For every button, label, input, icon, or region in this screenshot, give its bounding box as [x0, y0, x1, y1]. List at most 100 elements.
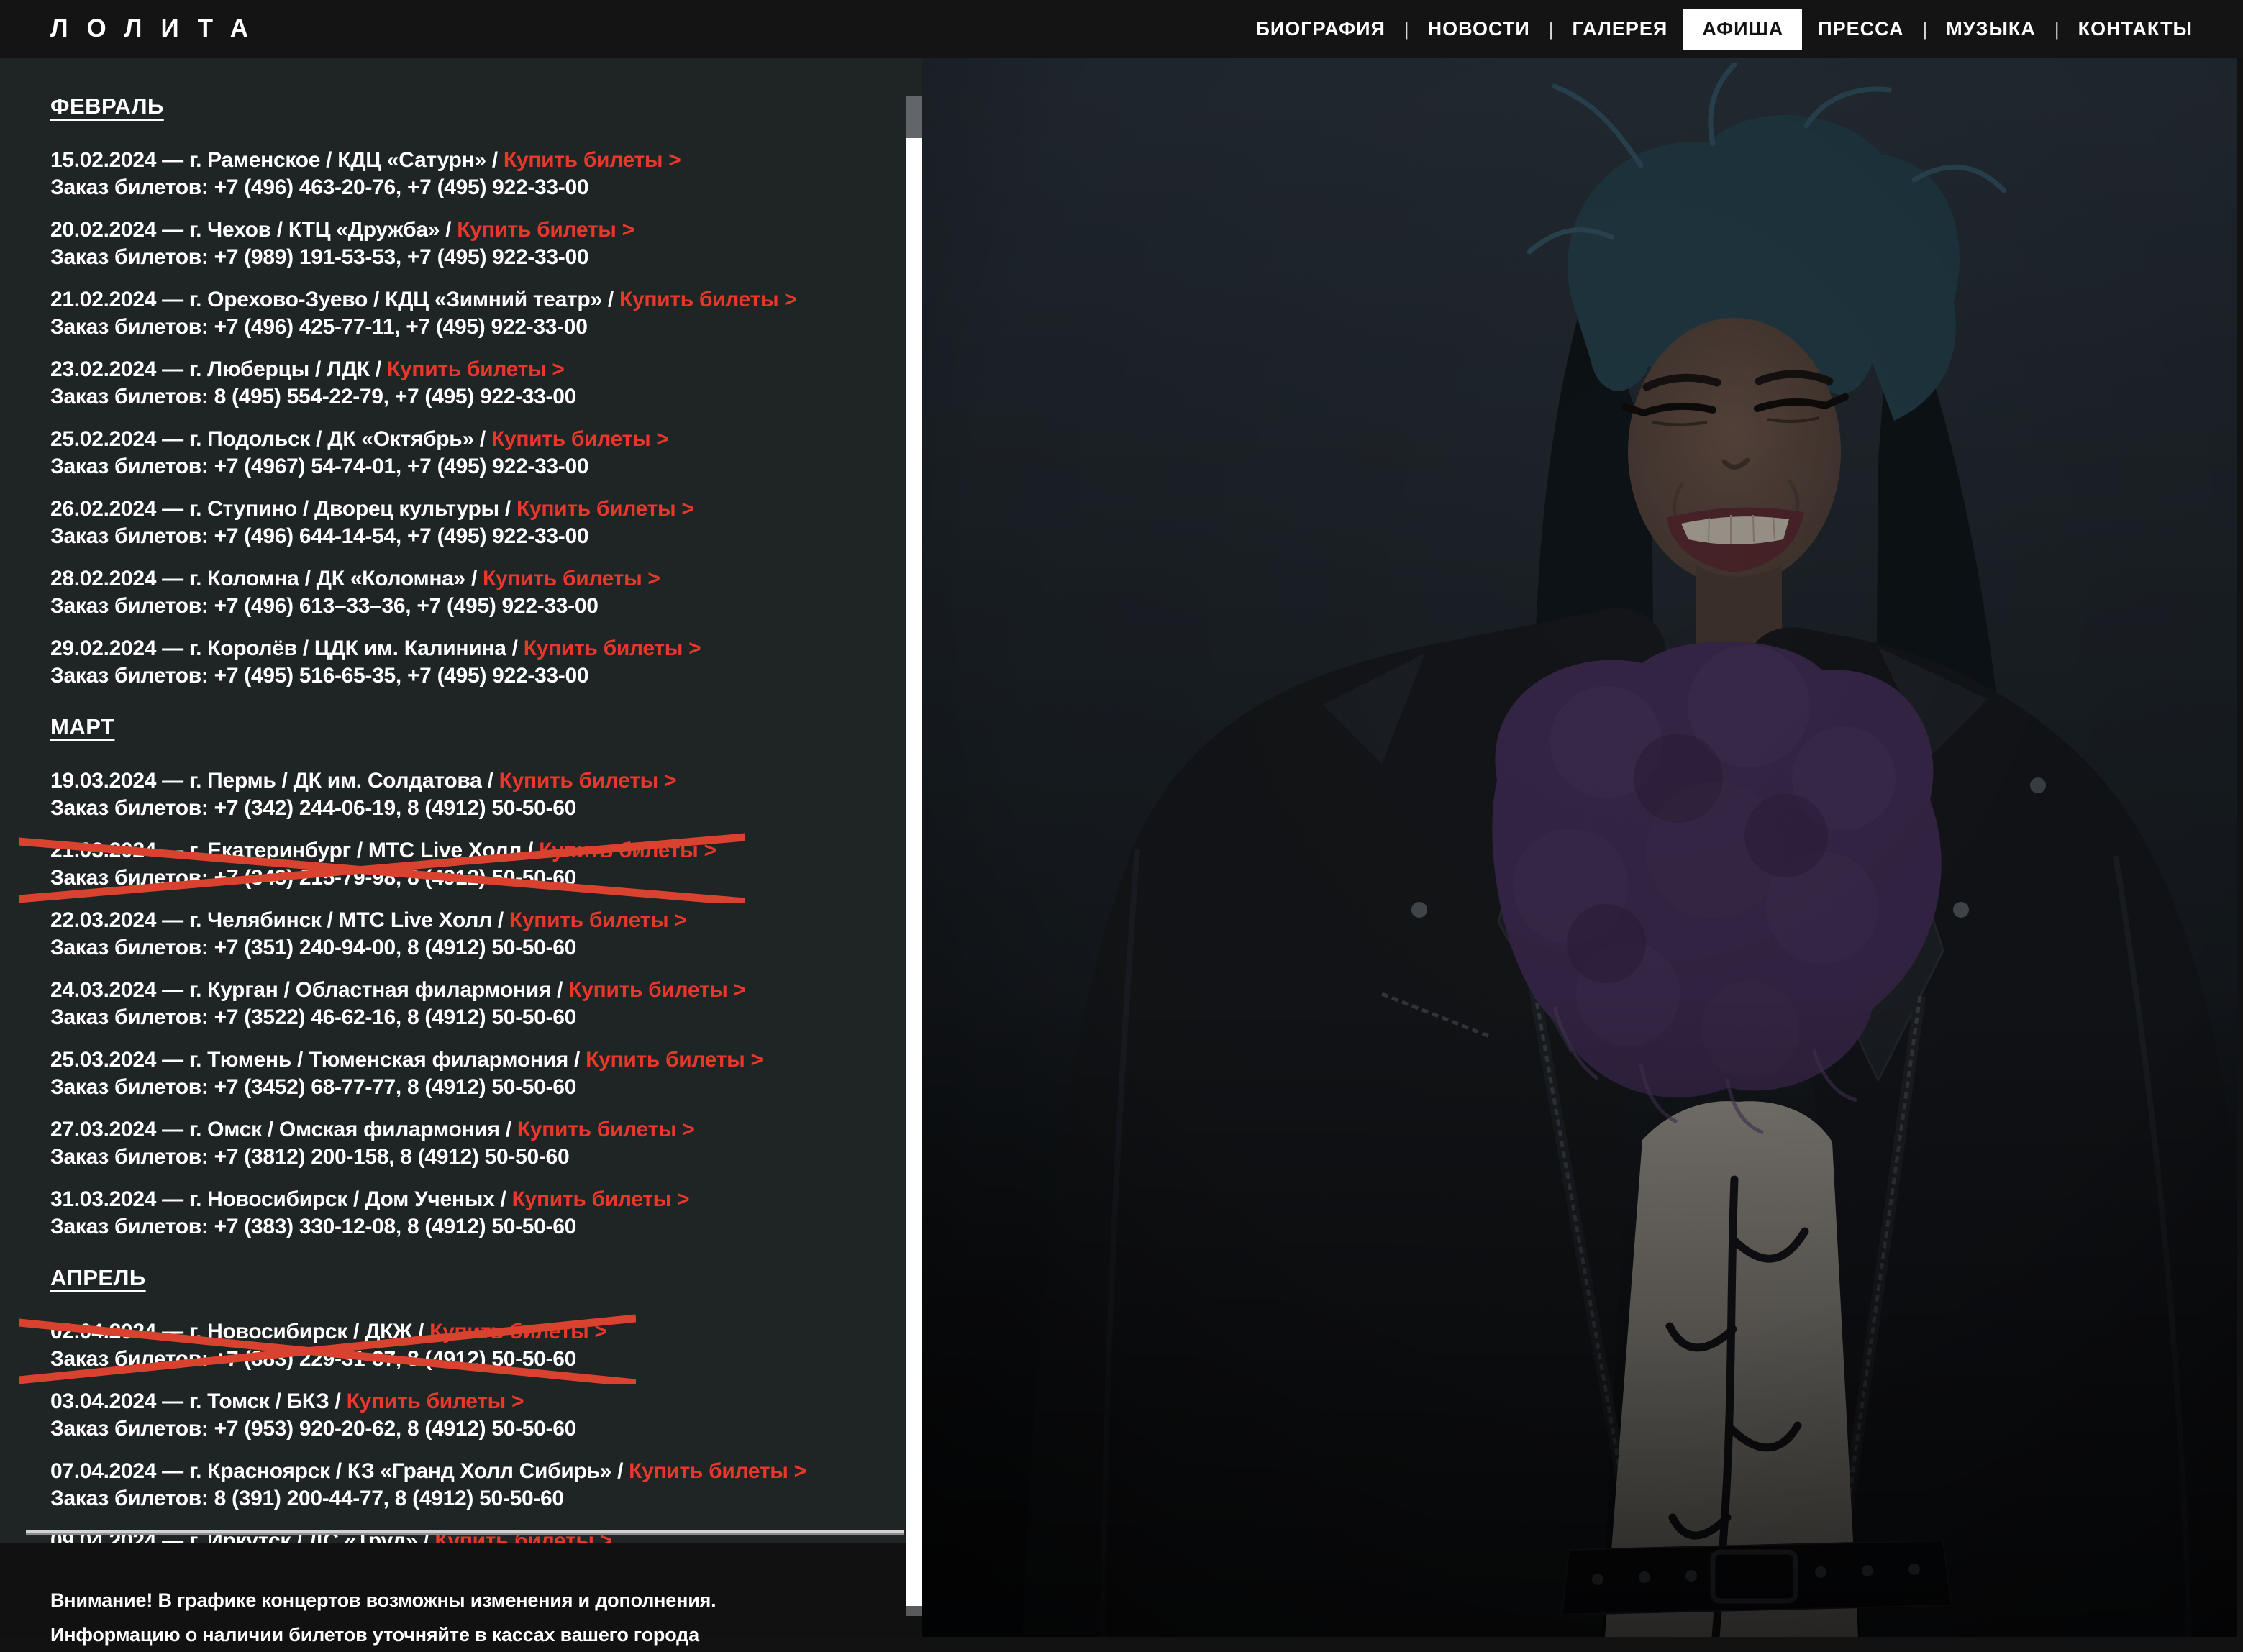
event-row: 29.02.2024 — г. Королёв / ЦДК им. Калини… — [50, 635, 894, 690]
event-date-city: 31.03.2024 — г. Новосибирск / Дом Ученых… — [50, 1187, 512, 1211]
buy-tickets-link[interactable]: Купить билеты > — [387, 357, 565, 381]
buy-tickets-link[interactable]: Купить билеты > — [524, 636, 701, 660]
buy-tickets-link[interactable]: Купить билеты > — [491, 427, 669, 451]
event-phones: Заказ билетов: +7 (4967) 54-74-01, +7 (4… — [50, 453, 894, 480]
event-phones: Заказ билетов: +7 (496) 425-77-11, +7 (4… — [50, 314, 894, 341]
buy-tickets-link[interactable]: Купить билеты > — [429, 1320, 607, 1343]
event-phones: Заказ билетов: +7 (3812) 200-158, 8 (491… — [50, 1144, 894, 1171]
event-date-city: 29.02.2024 — г. Королёв / ЦДК им. Калини… — [50, 636, 524, 660]
schedule-panel: ФЕВРАЛЬ 15.02.2024 — г. Раменское / КДЦ «… — [0, 58, 923, 1543]
event-date-city: 02.04.2024 — г. Новосибирск / ДКЖ / — [50, 1320, 429, 1343]
event-phones: Заказ билетов: +7 (351) 240-94-00, 8 (49… — [50, 934, 894, 962]
nav-item-gallery[interactable]: ГАЛЕРЕЯ — [1557, 9, 1684, 49]
event-row: 27.03.2024 — г. Омск / Омская филармония… — [50, 1116, 894, 1171]
event-row: 26.02.2024 — г. Ступино / Дворец культур… — [50, 496, 894, 550]
nav-separator: | — [1546, 18, 1557, 40]
site-header: ЛОЛИТА БИОГРАФИЯ|НОВОСТИ|ГАЛЕРЕЯАФИШАПРЕ… — [0, 0, 2243, 58]
nav-separator: | — [2052, 18, 2062, 40]
event-row: 03.04.2024 — г. Томск / БКЗ / Купить бил… — [50, 1388, 894, 1443]
scrollbar[interactable] — [906, 96, 922, 1616]
event-row: 20.02.2024 — г. Чехов / КТЦ «Дружба» / К… — [50, 216, 894, 271]
buy-tickets-link[interactable]: Купить билеты > — [504, 148, 681, 172]
event-phones: Заказ билетов: +7 (343) 215-79-98, 8 (49… — [50, 864, 894, 892]
event-row: 21.03.2024 — г. Екатеринбург / МТС Live … — [50, 837, 894, 892]
event-row: 24.03.2024 — г. Курган / Областная филар… — [50, 977, 894, 1031]
event-phones: Заказ билетов: +7 (495) 516-65-35, +7 (4… — [50, 662, 894, 690]
event-row: 21.02.2024 — г. Орехово-Зуево / КДЦ «Зим… — [50, 286, 894, 341]
event-row: 22.03.2024 — г. Челябинск / МТС Live Хол… — [50, 907, 894, 962]
event-phones: Заказ билетов: +7 (496) 613–33–36, +7 (4… — [50, 593, 894, 620]
event-phones: Заказ билетов: +7 (496) 644-14-54, +7 (4… — [50, 523, 894, 550]
buy-tickets-link[interactable]: Купить билеты > — [499, 769, 677, 793]
buy-tickets-link[interactable]: Купить билеты > — [512, 1187, 690, 1211]
event-date-city: 25.03.2024 — г. Тюмень / Тюменская филар… — [50, 1048, 586, 1072]
event-date-city: 03.04.2024 — г. Томск / БКЗ / — [50, 1389, 347, 1413]
event-row: 19.03.2024 — г. Пермь / ДК им. Солдатова… — [50, 767, 894, 822]
event-date-city: 25.02.2024 — г. Подольск / ДК «Октябрь» … — [50, 427, 491, 451]
buy-tickets-link[interactable]: Купить билеты > — [347, 1389, 524, 1413]
nav-item-contacts[interactable]: КОНТАКТЫ — [2062, 9, 2208, 49]
event-row: 25.03.2024 — г. Тюмень / Тюменская филар… — [50, 1046, 894, 1101]
event-phones: Заказ билетов: +7 (3522) 46-62-16, 8 (49… — [50, 1004, 894, 1031]
main-nav: БИОГРАФИЯ|НОВОСТИ|ГАЛЕРЕЯАФИШАПРЕССА|МУЗ… — [1239, 0, 2208, 58]
event-phones: Заказ билетов: +7 (342) 244-06-19, 8 (49… — [50, 795, 894, 822]
event-row: 31.03.2024 — г. Новосибирск / Дом Ученых… — [50, 1186, 894, 1241]
event-date-city: 24.03.2024 — г. Курган / Областная филар… — [50, 978, 568, 1002]
event-phones: Заказ билетов: +7 (953) 920-20-62, 8 (49… — [50, 1415, 894, 1443]
event-date-city: 19.03.2024 — г. Пермь / ДК им. Солдатова… — [50, 769, 499, 793]
buy-tickets-link[interactable]: Купить билеты > — [517, 1118, 695, 1141]
event-phones: Заказ билетов: 8 (495) 554-22-79, +7 (49… — [50, 383, 894, 411]
nav-separator: | — [1401, 18, 1412, 40]
event-date-city: 07.04.2024 — г. Красноярск / КЗ «Гранд Х… — [50, 1459, 629, 1483]
buy-tickets-link[interactable]: Купить билеты > — [509, 908, 687, 932]
buy-tickets-link[interactable]: Купить билеты > — [586, 1048, 763, 1072]
event-date-city: 21.02.2024 — г. Орехово-Зуево / КДЦ «Зим… — [50, 288, 619, 311]
event-phones: Заказ билетов: +7 (496) 463-20-76, +7 (4… — [50, 174, 894, 201]
notice-line-2: Информацию о наличии билетов уточняйте в… — [50, 1617, 923, 1652]
event-phones: Заказ билетов: +7 (383) 330-12-08, 8 (49… — [50, 1213, 894, 1241]
buy-tickets-link[interactable]: Купить билеты > — [483, 567, 660, 590]
event-date-city: 15.02.2024 — г. Раменское / КДЦ «Сатурн»… — [50, 148, 504, 172]
event-date-city: 28.02.2024 — г. Коломна / ДК «Коломна» / — [50, 567, 483, 590]
event-date-city: 20.02.2024 — г. Чехов / КТЦ «Дружба» / — [50, 218, 457, 242]
event-date-city: 21.03.2024 — г. Екатеринбург / МТС Live … — [50, 839, 539, 862]
event-phones: Заказ билетов: +7 (383) 229-31-37, 8 (49… — [50, 1346, 894, 1373]
nav-item-music[interactable]: МУЗЫКА — [1930, 9, 2052, 49]
event-row: 23.02.2024 — г. Люберцы / ЛДК / Купить б… — [50, 356, 894, 411]
page: ЛОЛИТА БИОГРАФИЯ|НОВОСТИ|ГАЛЕРЕЯАФИШАПРЕ… — [0, 0, 2243, 1637]
artist-portrait-illustration — [922, 58, 2237, 1637]
event-row: 15.02.2024 — г. Раменское / КДЦ «Сатурн»… — [50, 147, 894, 201]
month-header: МАРТ — [50, 714, 114, 740]
nav-separator: | — [1919, 18, 1930, 40]
logo[interactable]: ЛОЛИТА — [50, 14, 267, 43]
month-header: АПРЕЛЬ — [50, 1265, 146, 1291]
nav-item-afisha[interactable]: АФИША — [1683, 9, 1802, 50]
buy-tickets-link[interactable]: Купить билеты > — [619, 288, 797, 311]
event-row: 28.02.2024 — г. Коломна / ДК «Коломна» /… — [50, 565, 894, 620]
artist-photo — [922, 58, 2237, 1637]
event-date-city: 22.03.2024 — г. Челябинск / МТС Live Хол… — [50, 908, 509, 932]
concert-list: ФЕВРАЛЬ 15.02.2024 — г. Раменское / КДЦ «… — [0, 58, 923, 1543]
buy-tickets-link[interactable]: Купить билеты > — [517, 497, 694, 521]
event-phones: Заказ билетов: +7 (989) 191-53-53, +7 (4… — [50, 244, 894, 271]
buy-tickets-link[interactable]: Купить билеты > — [539, 839, 716, 862]
scrollbar-down-button[interactable] — [906, 1606, 922, 1616]
event-date-city: 26.02.2024 — г. Ступино / Дворец культур… — [50, 497, 517, 521]
buy-tickets-link[interactable]: Купить билеты > — [629, 1459, 806, 1483]
footer-note: Внимание! В графике концертов возможны и… — [0, 1543, 923, 1637]
nav-item-press[interactable]: ПРЕССА — [1802, 9, 1919, 49]
event-phones: Заказ билетов: 8 (391) 200-44-77, 8 (491… — [50, 1485, 894, 1512]
buy-tickets-link[interactable]: Купить билеты > — [568, 978, 746, 1002]
event-date-city: 23.02.2024 — г. Люберцы / ЛДК / — [50, 357, 387, 381]
nav-item-news[interactable]: НОВОСТИ — [1412, 9, 1546, 49]
notice-line-1: Внимание! В графике концертов возможны и… — [50, 1583, 923, 1617]
event-row: 07.04.2024 — г. Красноярск / КЗ «Гранд Х… — [50, 1458, 894, 1512]
nav-item-biography[interactable]: БИОГРАФИЯ — [1239, 9, 1401, 49]
event-row: 25.02.2024 — г. Подольск / ДК «Октябрь» … — [50, 426, 894, 480]
divider — [26, 1530, 904, 1535]
scrollbar-thumb[interactable] — [906, 96, 922, 138]
event-phones: Заказ билетов: +7 (3452) 68-77-77, 8 (49… — [50, 1074, 894, 1101]
buy-tickets-link[interactable]: Купить билеты > — [457, 218, 634, 242]
month-header: ФЕВРАЛЬ — [50, 93, 164, 119]
event-date-city: 27.03.2024 — г. Омск / Омская филармония… — [50, 1118, 517, 1141]
